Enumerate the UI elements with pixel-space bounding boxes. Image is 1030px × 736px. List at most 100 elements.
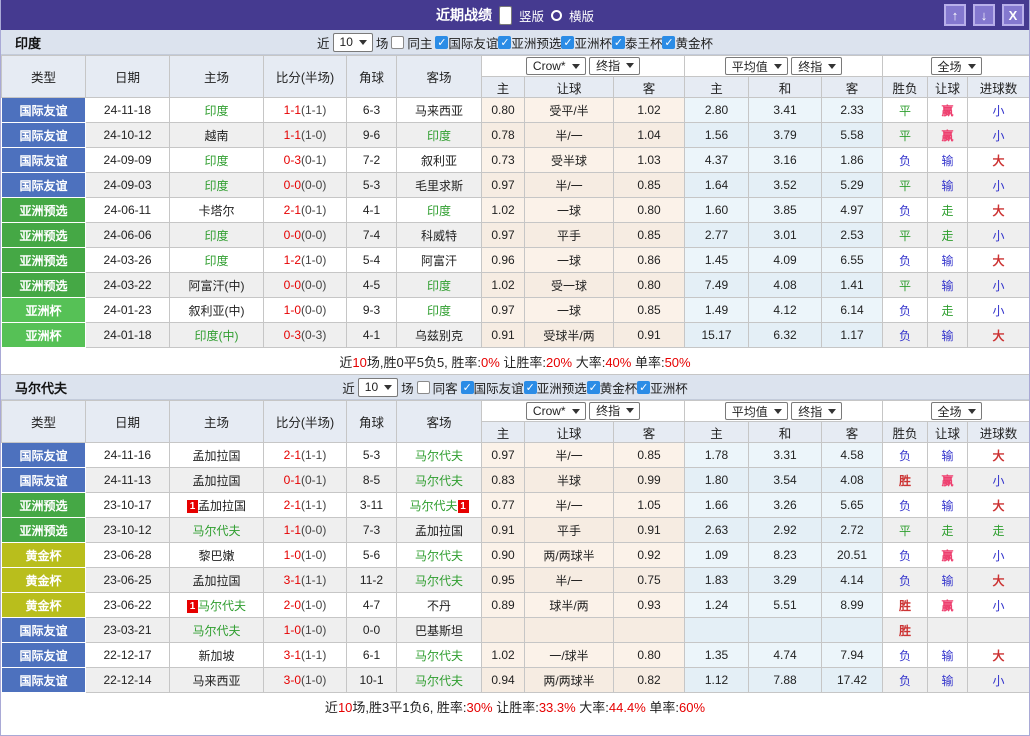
same-venue-checkbox[interactable]	[391, 36, 404, 49]
red-card-badge: 1	[187, 500, 198, 513]
odds-away: 0.93	[614, 593, 685, 618]
avg-draw-odds: 3.41	[749, 98, 822, 123]
chevron-down-icon	[968, 64, 976, 69]
halftime-score: (0-1)	[301, 473, 326, 487]
checkbox-checked-icon[interactable]: ✓	[524, 381, 537, 394]
sub-header-wdl: 胜负	[883, 422, 928, 443]
checkbox-checked-icon[interactable]: ✓	[612, 36, 625, 49]
checkbox-checked-icon[interactable]: ✓	[587, 381, 600, 394]
team-section-india: 印度 近 10 场 同主 ✓国际友谊✓亚洲预选✓亚洲杯✓泰王杯✓黄金杯 类型 日…	[1, 30, 1029, 375]
same-venue-checkbox[interactable]	[417, 381, 430, 394]
scope-select[interactable]: 全场	[931, 57, 982, 75]
result-goals: 大	[968, 568, 1030, 593]
handicap-line: 半/一	[525, 568, 614, 593]
competition-filter[interactable]: ✓亚洲杯	[637, 378, 688, 397]
bookmaker-select[interactable]: Crow*	[526, 402, 586, 420]
final-odds-select-2[interactable]: 终指	[791, 57, 842, 75]
checkbox-checked-icon[interactable]: ✓	[461, 381, 474, 394]
sub-header-avg-away: 客	[822, 422, 883, 443]
result-outcome-text: 负	[899, 254, 911, 268]
average-select[interactable]: 平均值	[725, 402, 788, 420]
checkbox-checked-icon[interactable]: ✓	[662, 36, 675, 49]
result-handicap-text: 走	[942, 229, 954, 243]
team-name-text: 马尔代夫	[415, 574, 463, 588]
competition-filter-label[interactable]: 亚洲预选	[511, 33, 561, 52]
bookmaker-select[interactable]: Crow*	[526, 57, 586, 75]
scope-select[interactable]: 全场	[931, 402, 982, 420]
scroll-down-button[interactable]: ↓	[973, 4, 995, 26]
away-team: 马尔代夫	[397, 668, 482, 693]
checkbox-checked-icon[interactable]: ✓	[637, 381, 650, 394]
recent-count-select[interactable]: 10	[358, 378, 398, 397]
filter-bar: 马尔代夫 近 10 场 同客 ✓国际友谊✓亚洲预选✓黄金杯✓亚洲杯	[1, 375, 1029, 400]
summary-text: 20%	[546, 355, 572, 370]
checkbox-checked-icon[interactable]: ✓	[561, 36, 574, 49]
checkbox-checked-icon[interactable]: ✓	[435, 36, 448, 49]
handicap-line	[525, 618, 614, 643]
result-outcome-text: 负	[899, 574, 911, 588]
halftime-score: (1-0)	[301, 598, 326, 612]
competition-filter[interactable]: ✓亚洲杯	[561, 33, 612, 52]
odds-away: 1.02	[614, 98, 685, 123]
view-horizontal-option[interactable]: 横版	[569, 6, 594, 25]
radio-selected-icon[interactable]	[499, 6, 512, 25]
final-odds-select-2[interactable]: 终指	[791, 402, 842, 420]
col-header-type: 类型	[2, 401, 86, 443]
result-goals: 走	[968, 518, 1030, 543]
score-cell: 0-3(0-3)	[264, 323, 347, 348]
competition-filter-label[interactable]: 泰王杯	[625, 33, 663, 52]
radio-unselected-icon[interactable]	[551, 10, 562, 21]
final-odds-select[interactable]: 终指	[589, 57, 640, 75]
competition-filter[interactable]: ✓黄金杯	[662, 33, 713, 52]
recent-count-select[interactable]: 10	[333, 33, 373, 52]
same-venue-label[interactable]: 同客	[433, 378, 458, 397]
competition-filter[interactable]: ✓黄金杯	[587, 378, 638, 397]
competition-filter-label[interactable]: 亚洲杯	[574, 33, 612, 52]
result-outcome: 负	[883, 323, 928, 348]
home-team: 孟加拉国	[170, 443, 264, 468]
score-cell: 0-0(0-0)	[264, 173, 347, 198]
sub-header-handicap-result: 让球	[928, 77, 968, 98]
result-goals-text: 小	[993, 549, 1005, 563]
competition-filter-label[interactable]: 黄金杯	[675, 33, 713, 52]
competition-filter[interactable]: ✓国际友谊	[461, 378, 524, 397]
result-goals-text: 大	[993, 204, 1005, 218]
result-outcome-text: 负	[899, 154, 911, 168]
result-goals-text: 小	[993, 599, 1005, 613]
competition-filter[interactable]: ✓亚洲预选	[498, 33, 561, 52]
competition-filter[interactable]: ✓国际友谊	[435, 33, 498, 52]
competition-filter[interactable]: ✓亚洲预选	[524, 378, 587, 397]
section-summary: 近10场,胜0平5负5, 胜率:0% 让胜率:20% 大率:40% 单率:50%	[1, 348, 1029, 375]
sub-header-handicap-result: 让球	[928, 422, 968, 443]
close-button[interactable]: X	[1002, 4, 1024, 26]
score-cell: 0-3(0-1)	[264, 148, 347, 173]
team-name-text: 卡塔尔	[198, 204, 234, 218]
score-cell: 1-0(1-0)	[264, 543, 347, 568]
team-name-text: 毛里求斯	[415, 179, 463, 193]
team-name-text: 印度	[204, 254, 228, 268]
team-name-text: 巴基斯坦	[415, 624, 463, 638]
match-date: 23-06-22	[86, 593, 170, 618]
same-venue-label[interactable]: 同主	[407, 33, 432, 52]
col-header-type: 类型	[2, 56, 86, 98]
summary-text: 近	[339, 355, 352, 370]
checkbox-checked-icon[interactable]: ✓	[498, 36, 511, 49]
competition-filter-label[interactable]: 国际友谊	[474, 378, 524, 397]
result-outcome: 胜	[883, 593, 928, 618]
average-select[interactable]: 平均值	[725, 57, 788, 75]
competition-filter-label[interactable]: 国际友谊	[448, 33, 498, 52]
halftime-score: (0-0)	[301, 523, 326, 537]
view-vertical-option[interactable]: 竖版	[519, 6, 544, 25]
competition-filter-label[interactable]: 亚洲杯	[650, 378, 688, 397]
odds-home: 1.02	[482, 643, 525, 668]
competition-filter-label[interactable]: 亚洲预选	[537, 378, 587, 397]
handicap-line: 一球	[525, 248, 614, 273]
result-handicap: 走	[928, 298, 968, 323]
away-team: 马尔代夫	[397, 468, 482, 493]
competition-filter[interactable]: ✓泰王杯	[612, 33, 663, 52]
away-team: 印度	[397, 123, 482, 148]
competition-filter-label[interactable]: 黄金杯	[600, 378, 638, 397]
scroll-up-button[interactable]: ↑	[944, 4, 966, 26]
result-handicap: 输	[928, 148, 968, 173]
final-odds-select[interactable]: 终指	[589, 402, 640, 420]
